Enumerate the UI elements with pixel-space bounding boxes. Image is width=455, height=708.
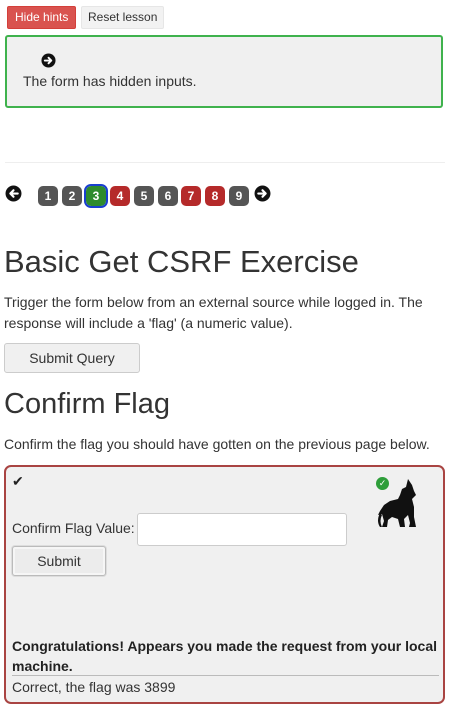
result-message: Correct, the flag was 3899	[12, 679, 176, 695]
submit-query-button[interactable]: Submit Query	[4, 343, 140, 373]
page-link[interactable]: 1	[38, 186, 58, 206]
confirm-flag-input[interactable]	[137, 513, 347, 546]
congratulations-message: Congratulations! Appears you made the re…	[12, 638, 437, 674]
wolf-icon	[376, 477, 422, 534]
hint-text: The form has hidden inputs.	[23, 73, 197, 89]
divider	[12, 675, 439, 676]
page-link[interactable]: 5	[134, 186, 154, 206]
attack-panel: ✔ ✓ Confirm Flag Value: Submit Congratul…	[4, 465, 445, 704]
page-title: Basic Get CSRF Exercise	[4, 244, 359, 279]
arrow-right-circle-icon[interactable]	[254, 185, 271, 207]
arrow-left-circle-icon[interactable]	[5, 185, 22, 207]
page-link-active[interactable]: 3	[84, 184, 108, 208]
page-link[interactable]: 4	[110, 186, 130, 206]
confirm-flag-label: Confirm Flag Value:	[12, 520, 135, 536]
page-link[interactable]: 9	[229, 186, 249, 206]
hint-box: The form has hidden inputs.	[5, 35, 443, 108]
exercise-description: Trigger the form below from an external …	[4, 294, 423, 331]
confirm-description: Confirm the flag you should have gotten …	[4, 436, 430, 452]
checkmark-icon: ✔	[12, 473, 24, 489]
confirm-title: Confirm Flag	[4, 388, 170, 420]
page-link[interactable]: 8	[205, 186, 225, 206]
page-link[interactable]: 6	[158, 186, 178, 206]
hide-hints-button[interactable]: Hide hints	[7, 6, 77, 29]
divider	[5, 162, 445, 163]
page-link[interactable]: 7	[181, 186, 201, 206]
reset-lesson-button[interactable]: Reset lesson	[81, 6, 165, 29]
submit-button[interactable]: Submit	[12, 546, 106, 576]
page-link[interactable]: 2	[62, 186, 82, 206]
arrow-right-circle-icon[interactable]	[41, 53, 56, 73]
